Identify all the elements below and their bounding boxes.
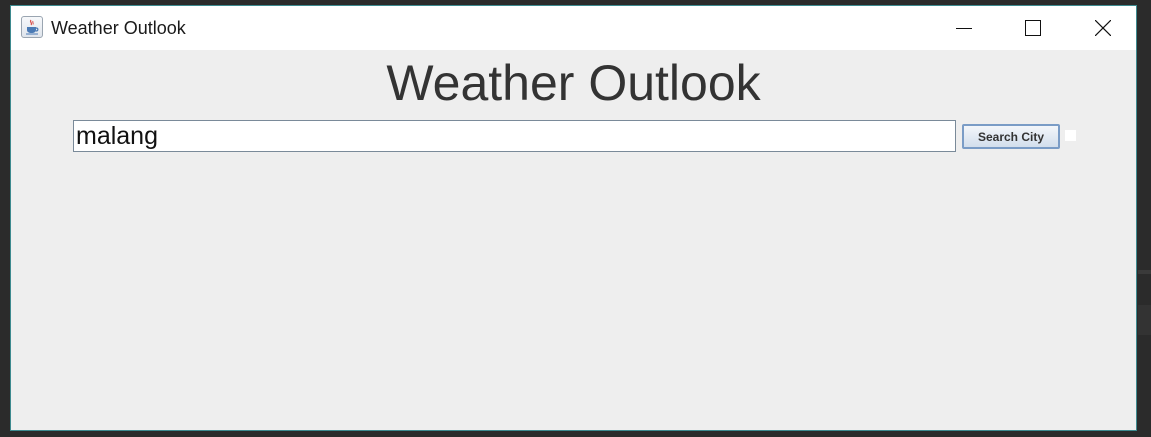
- background-editor-right: [1138, 0, 1151, 437]
- title-bar[interactable]: Weather Outlook: [11, 6, 1136, 50]
- java-cup-icon: [21, 16, 43, 38]
- maximize-button[interactable]: [1010, 6, 1056, 50]
- close-icon: [1095, 20, 1111, 36]
- page-title: Weather Outlook: [386, 55, 761, 111]
- status-indicator: [1065, 130, 1076, 141]
- maximize-icon: [1025, 20, 1041, 36]
- search-city-button[interactable]: Search City: [962, 124, 1060, 149]
- window-title: Weather Outlook: [51, 18, 186, 38]
- minimize-icon: [956, 28, 972, 29]
- minimize-button[interactable]: [941, 6, 987, 50]
- app-window: Weather Outlook Weather Outlook Search C…: [10, 5, 1137, 431]
- city-search-input[interactable]: [73, 120, 956, 152]
- close-button[interactable]: [1080, 6, 1126, 50]
